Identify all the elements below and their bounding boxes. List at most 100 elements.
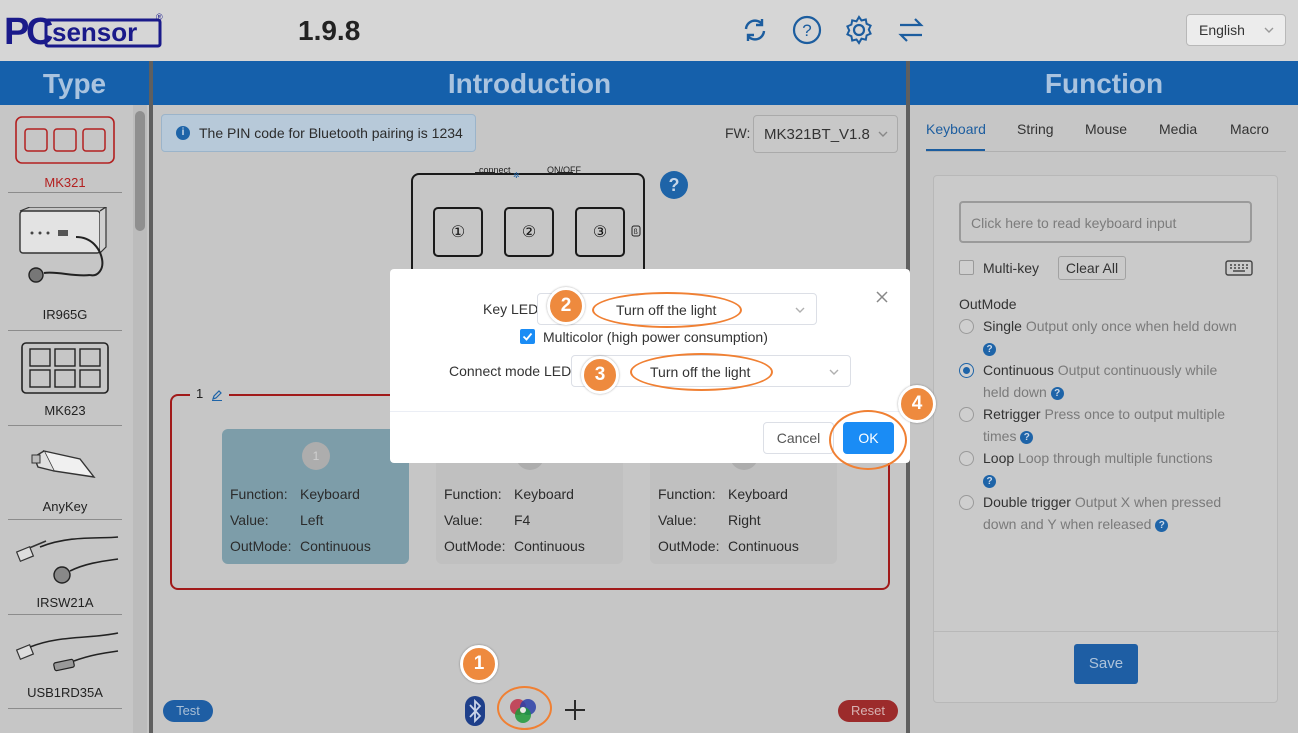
tab-mouse[interactable]: Mouse <box>1085 121 1127 137</box>
radio-loop[interactable] <box>959 451 974 466</box>
multikey-checkbox[interactable] <box>959 260 974 275</box>
swap-icon[interactable] <box>895 14 927 46</box>
annotation-badge-2: 2 <box>547 287 585 325</box>
tab-keyboard[interactable]: Keyboard <box>926 121 986 137</box>
mode-retrigger[interactable]: Retrigger Press once to output multiple … <box>983 403 1243 447</box>
pin-notice-text: The PIN code for Bluetooth pairing is 12… <box>199 125 463 141</box>
anykey-device-icon <box>31 449 96 478</box>
tab-string[interactable]: String <box>1017 121 1054 137</box>
field-label: Function: <box>658 486 716 502</box>
help-icon[interactable]: ? <box>983 342 996 356</box>
multikey-label: Multi-key <box>983 260 1040 276</box>
svg-text:?: ? <box>802 21 811 40</box>
help-icon[interactable]: ? <box>1020 430 1034 444</box>
key-value: Right <box>728 512 761 528</box>
fw-select[interactable]: MK321BT_V1.8 <box>753 115 898 153</box>
add-icon[interactable] <box>560 695 590 725</box>
pin-notice: i The PIN code for Bluetooth pairing is … <box>161 114 476 152</box>
divider <box>8 708 122 709</box>
type-item-usb1rd35a[interactable]: USB1RD35A <box>8 623 122 705</box>
field-label: Function: <box>230 486 288 502</box>
radio-continuous[interactable] <box>959 363 974 378</box>
keyboard-settings-card: Click here to read keyboard input Multi-… <box>933 175 1279 703</box>
mode-single[interactable]: Single Output only once when held down ? <box>983 315 1243 359</box>
type-item-irsw21a[interactable]: IRSW21A <box>8 529 122 611</box>
type-item-mk321[interactable]: MK321 <box>8 113 122 193</box>
device-key-3[interactable]: ③ <box>575 207 625 257</box>
settings-icon[interactable] <box>843 14 875 46</box>
keyboard-icon[interactable] <box>1225 260 1253 276</box>
type-item-anykey[interactable]: AnyKey <box>8 435 122 517</box>
multicolor-label: Multicolor (high power consumption) <box>543 329 768 345</box>
multicolor-checkbox[interactable] <box>520 329 535 344</box>
type-label: AnyKey <box>42 499 88 514</box>
active-tab-indicator <box>926 149 985 151</box>
language-select[interactable]: English <box>1186 14 1286 46</box>
key-outmode-value: Continuous <box>514 538 585 554</box>
key-function-value: Keyboard <box>514 486 574 502</box>
radio-single[interactable] <box>959 319 974 334</box>
device-help-icon[interactable]: ? <box>660 171 688 199</box>
help-icon[interactable]: ? <box>791 14 823 46</box>
close-icon[interactable] <box>874 289 890 305</box>
key-outmode-value: Continuous <box>300 538 371 554</box>
key-card-1[interactable]: 1 Function: Keyboard Value: Left OutMode: C… <box>222 429 409 564</box>
edit-icon[interactable] <box>211 389 223 401</box>
top-bar: P C sensor ® 1.9.8 ? English <box>0 0 1298 61</box>
type-label: IR965G <box>42 307 88 322</box>
mode-continuous[interactable]: Continuous Output continuously while hel… <box>983 359 1243 403</box>
refresh-icon[interactable] <box>739 14 771 46</box>
reset-button[interactable]: Reset <box>838 700 898 722</box>
clear-all-button[interactable]: Clear All <box>1058 256 1126 280</box>
tab-media[interactable]: Media <box>1159 121 1197 137</box>
check-icon <box>522 332 533 341</box>
svg-text:®: ® <box>156 12 163 22</box>
radio-retrigger[interactable] <box>959 407 974 422</box>
divider <box>8 330 122 331</box>
chevron-down-icon <box>1264 27 1274 33</box>
help-icon[interactable]: ? <box>1155 518 1169 532</box>
key-group-number: 1 <box>196 386 204 401</box>
outmode-title: OutMode <box>959 296 1017 312</box>
tab-macro[interactable]: Macro <box>1230 121 1269 137</box>
mode-double-trigger[interactable]: Double trigger Output X when pressed dow… <box>983 491 1243 535</box>
help-icon[interactable]: ? <box>1050 386 1064 400</box>
field-label: Value: <box>658 512 697 528</box>
divider <box>8 519 122 520</box>
mode-name: Retrigger <box>983 406 1041 422</box>
irsw21a-device-icon <box>16 536 119 584</box>
annotation-ring-key-led <box>592 292 742 328</box>
type-item-mk623[interactable]: MK623 <box>8 339 122 421</box>
device-key-1[interactable]: ① <box>433 207 483 257</box>
type-label: MK623 <box>44 403 86 418</box>
svg-text:ß: ß <box>634 229 638 236</box>
chevron-down-icon <box>878 131 888 137</box>
app-version: 1.9.8 <box>298 15 361 46</box>
save-button[interactable]: Save <box>1074 644 1138 684</box>
radio-double-trigger[interactable] <box>959 495 974 510</box>
svg-text:✲: ✲ <box>513 171 520 179</box>
device-key-2[interactable]: ② <box>504 207 554 257</box>
type-item-ir965g[interactable]: IR965G <box>8 201 122 329</box>
mode-loop[interactable]: Loop Loop through multiple functions ? <box>983 447 1243 491</box>
divider <box>390 411 910 412</box>
key-led-label: Key LED <box>483 301 539 317</box>
type-scrollbar[interactable] <box>133 105 147 733</box>
help-icon[interactable]: ? <box>983 474 996 488</box>
type-label: MK321 <box>44 175 86 190</box>
field-label: Value: <box>444 512 483 528</box>
type-label: USB1RD35A <box>27 685 103 700</box>
bluetooth-icon[interactable] <box>464 695 486 727</box>
annotation-ring-rgb <box>497 686 552 730</box>
mode-name: Single <box>983 318 1022 334</box>
test-button[interactable]: Test <box>163 700 213 722</box>
cancel-button[interactable]: Cancel <box>763 422 834 454</box>
key-group-label: 1 <box>190 386 229 401</box>
keyboard-input-field[interactable]: Click here to read keyboard input <box>959 201 1252 243</box>
svg-text:sensor: sensor <box>52 17 137 47</box>
annotation-badge-3: 3 <box>581 356 619 394</box>
divider <box>8 425 122 426</box>
function-header: Function <box>910 61 1298 105</box>
divider <box>8 192 122 193</box>
scrollbar-thumb[interactable] <box>135 111 145 231</box>
